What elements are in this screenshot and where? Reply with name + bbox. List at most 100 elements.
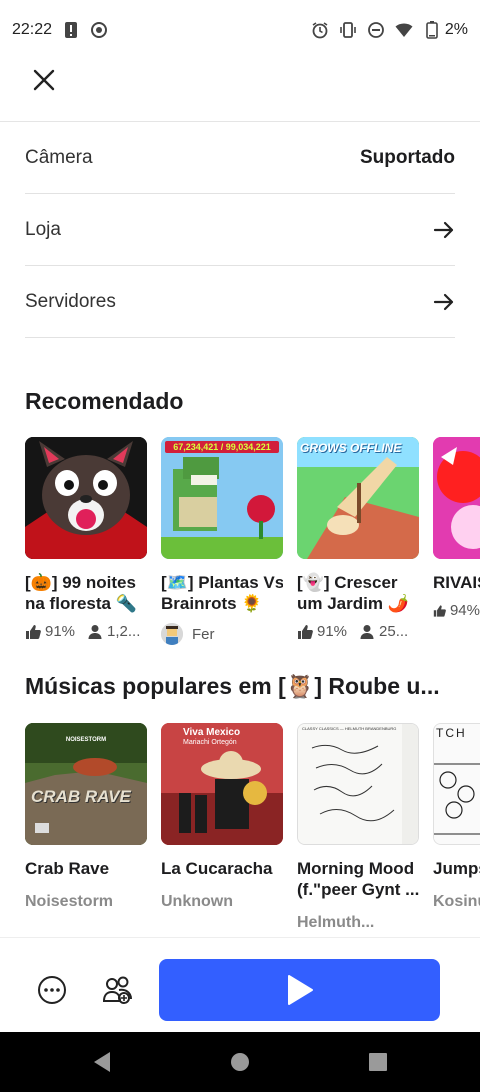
- music-card[interactable]: Viva Mexico Mariachi Ortegón La Cucarach…: [161, 723, 283, 911]
- status-left: 22:22: [12, 21, 108, 39]
- music-thumbnail: TCH: [433, 723, 480, 845]
- game-meta: 94%: [433, 602, 480, 619]
- music-title: Músicas populares em [🦉] Roube u...: [25, 673, 440, 699]
- game-card[interactable]: RIVAIS 94%: [433, 437, 480, 619]
- player-count: 25...: [379, 623, 409, 640]
- music-title-line: Jumps: [433, 859, 480, 878]
- thumb-album-header: CLASSY CLASSICS — HELMUTH BRANDENBURG: [302, 726, 397, 731]
- player-count: 1,2...: [107, 623, 141, 640]
- game-title-line: na floresta 🔦: [25, 594, 137, 613]
- players-icon: [88, 624, 102, 639]
- likes-percent: 91%: [317, 623, 348, 640]
- thumbs-up-icon: [433, 604, 446, 617]
- game-title-line: um Jardim 🌶️: [297, 594, 409, 613]
- music-artist: Noisestorm: [25, 893, 114, 910]
- dnd-icon: [367, 21, 385, 39]
- music-artist: Unknown: [161, 893, 233, 910]
- details-content: Câmera Suportado Loja Servidores Recomen…: [0, 122, 480, 937]
- close-button[interactable]: [28, 64, 60, 96]
- more-icon: [38, 976, 66, 1004]
- music-card[interactable]: TCH Jumps Kosinu: [433, 723, 480, 911]
- game-meta: Fer: [161, 623, 283, 645]
- alert-icon: [62, 21, 80, 39]
- row-camera: Câmera Suportado: [25, 122, 455, 194]
- thumb-album-title: Viva Mexico: [183, 727, 241, 738]
- row-label: Loja: [25, 218, 61, 240]
- music-title: Morning Mood (f."peer Gynt ...: [297, 858, 419, 900]
- home-icon: [231, 1053, 249, 1071]
- music-thumbnail: Viva Mexico Mariachi Ortegón: [161, 723, 283, 845]
- creator-avatar: [161, 623, 183, 645]
- game-title: [👻] Crescer um Jardim 🌶️: [297, 572, 419, 614]
- music-card[interactable]: NOISESTORM CRAB RAVE Crab Rave Noisestor…: [25, 723, 147, 911]
- battery-icon: [423, 21, 441, 39]
- game-meta: 91% 25...: [297, 623, 419, 640]
- party-button[interactable]: [102, 974, 134, 1006]
- game-thumbnail: [25, 437, 147, 559]
- music-thumbnail: CLASSY CLASSICS — HELMUTH BRANDENBURG: [297, 723, 419, 845]
- thumbs-up-icon: [298, 624, 313, 639]
- recommended-title: Recomendado: [25, 388, 184, 414]
- music-title-line: (f."peer Gynt ...: [297, 880, 419, 899]
- music-artist: Kosinu: [433, 893, 480, 910]
- music-title-line: Morning Mood: [297, 859, 415, 878]
- music-title: Jumps: [433, 858, 480, 879]
- system-nav-bar: [0, 1032, 480, 1092]
- party-icon: [102, 976, 132, 1004]
- row-store[interactable]: Loja: [25, 194, 455, 266]
- thumb-album-sub: Mariachi Ortegón: [183, 739, 237, 746]
- row-label: Servidores: [25, 290, 116, 312]
- wifi-icon: [395, 21, 413, 39]
- game-meta: 91% 1,2...: [25, 623, 147, 640]
- game-title-line: Brainrots 🌻: [161, 594, 263, 613]
- likes-percent: 91%: [45, 623, 76, 640]
- recents-icon: [369, 1053, 387, 1071]
- music-artist: Helmuth...: [297, 914, 375, 931]
- players-icon: [360, 624, 374, 639]
- more-button[interactable]: [36, 974, 68, 1006]
- row-label: Câmera: [25, 146, 93, 168]
- game-title-line: [🗺️] Plantas Vs: [161, 573, 283, 592]
- row-value: Suportado: [360, 146, 455, 168]
- recents-button[interactable]: [366, 1050, 390, 1074]
- back-button[interactable]: [90, 1050, 114, 1074]
- game-title: [🗺️] Plantas Vs Brainrots 🌻: [161, 572, 283, 614]
- game-card[interactable]: [🎃] 99 noites na floresta 🔦 91% 1,2...: [25, 437, 147, 640]
- thumb-counter: 67,234,421 / 99,034,221: [165, 441, 279, 453]
- game-thumbnail: [433, 437, 480, 559]
- creator-name: Fer: [192, 625, 215, 643]
- game-thumbnail: 67,234,421 / 99,034,221: [161, 437, 283, 559]
- play-button[interactable]: [159, 959, 440, 1021]
- music-title: Crab Rave: [25, 858, 147, 879]
- alarm-icon: [311, 21, 329, 39]
- record-icon: [90, 21, 108, 39]
- arrow-right-icon: [433, 221, 454, 238]
- game-card[interactable]: GROWS OFFLINE [👻] Crescer um Jardim 🌶️ 9…: [297, 437, 419, 640]
- arrow-right-icon: [433, 293, 454, 310]
- music-card[interactable]: CLASSY CLASSICS — HELMUTH BRANDENBURG Mo…: [297, 723, 419, 932]
- close-icon: [33, 69, 55, 91]
- status-bar: 22:22 2%: [0, 0, 480, 60]
- thumbs-up-icon: [26, 624, 41, 639]
- music-title-line: Crab Rave: [25, 859, 110, 878]
- play-icon: [287, 975, 313, 1005]
- status-time: 22:22: [12, 21, 53, 38]
- game-thumbnail: GROWS OFFLINE: [297, 437, 419, 559]
- music-thumbnail: NOISESTORM CRAB RAVE: [25, 723, 147, 845]
- battery-percent: 2%: [444, 21, 468, 38]
- thumb-title: CRAB RAVE: [31, 787, 131, 806]
- game-card[interactable]: 67,234,421 / 99,034,221 [🗺️] Plantas Vs …: [161, 437, 283, 645]
- bottom-action-bar: [0, 937, 480, 1032]
- back-icon: [94, 1052, 110, 1072]
- game-title: [🎃] 99 noites na floresta 🔦: [25, 572, 147, 614]
- game-title-line: [🎃] 99 noites: [25, 573, 136, 592]
- thumb-logo-text: TCH: [436, 726, 467, 740]
- likes-percent: 94%: [449, 602, 480, 619]
- vibrate-icon: [339, 21, 357, 39]
- music-title: La Cucaracha: [161, 858, 283, 879]
- row-servers[interactable]: Servidores: [25, 266, 455, 338]
- home-button[interactable]: [228, 1050, 252, 1074]
- thumb-artist-label: NOISESTORM: [65, 737, 107, 743]
- music-title-line: La Cucaracha: [161, 859, 273, 878]
- thumb-label: GROWS OFFLINE: [300, 441, 402, 455]
